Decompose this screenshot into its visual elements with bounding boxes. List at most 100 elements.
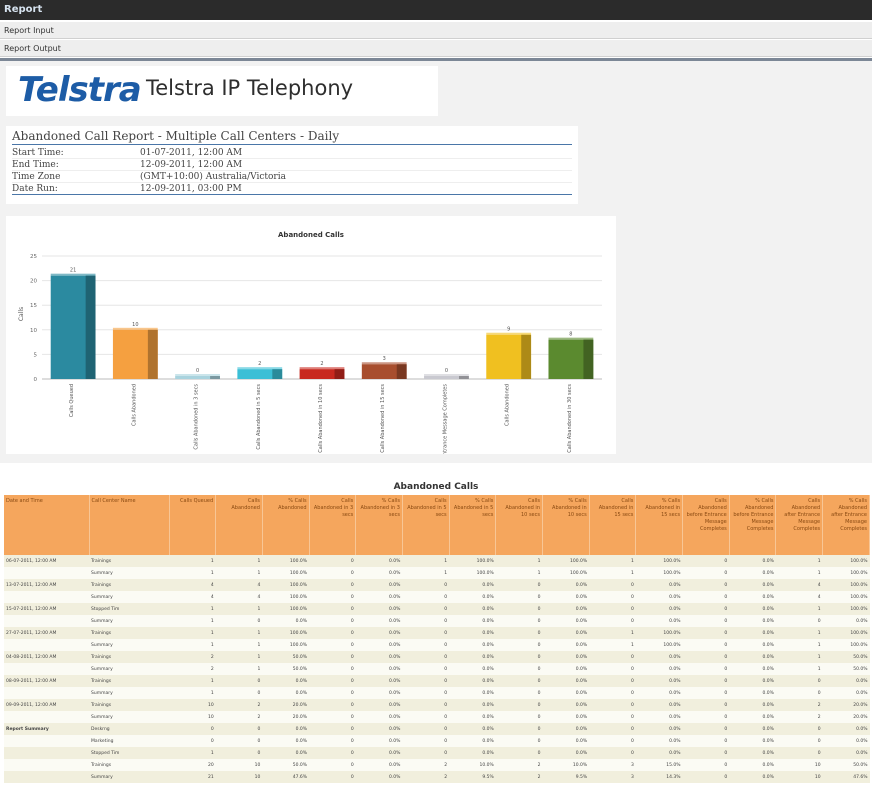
- table-cell-call-center: Summary: [89, 687, 169, 699]
- table-cell-value: 0.0%: [449, 615, 496, 627]
- table-cell-value: 1: [215, 555, 263, 567]
- table-cell-value: 47.6%: [822, 771, 870, 783]
- table-cell-value: 0: [402, 675, 450, 687]
- table-cell-value: 0: [402, 687, 450, 699]
- table-column-header[interactable]: Call Center Name: [89, 495, 170, 555]
- table-cell-value: 21: [169, 771, 216, 783]
- table-cell-value: 0: [682, 579, 730, 591]
- table-cell-value: 0.0%: [449, 747, 496, 759]
- menu-item-report-output[interactable]: Report Output: [0, 40, 872, 57]
- table-cell-value: 1: [215, 567, 263, 579]
- table-cell-value: 0: [682, 699, 730, 711]
- chart-bar-side: [85, 275, 96, 379]
- table-column-header[interactable]: Calls Abandoned before Entrance Message …: [682, 495, 730, 555]
- table-cell-value: 0: [309, 747, 356, 759]
- table-row: 09-09-2011, 12:00 AM Trainings 10 2 20.0% 0 0.…: [4, 699, 870, 711]
- table-cell-value: 0: [402, 699, 450, 711]
- info-label: Date Run:: [12, 184, 58, 194]
- table-column-header[interactable]: Calls Abandoned after Entrance Message C…: [775, 495, 824, 555]
- table-cell-value: 0: [589, 687, 636, 699]
- table-cell-value: 0: [495, 711, 543, 723]
- table-column-header[interactable]: % Calls Abandoned in 15 secs: [635, 495, 684, 555]
- table-cell-value: 0.0%: [822, 675, 870, 687]
- table-cell-value: 0: [495, 579, 543, 591]
- table-column-header[interactable]: Calls Abandoned in 5 secs: [402, 495, 450, 555]
- table-cell-value: 100.0%: [262, 603, 310, 615]
- table-cell-value: 0: [682, 747, 730, 759]
- table-column-header[interactable]: Calls Abandoned in 3 secs: [309, 495, 357, 555]
- table-column-header[interactable]: % Calls Abandoned in 5 secs: [449, 495, 497, 555]
- table-cell-value: 0.0%: [635, 675, 683, 687]
- table-cell-value: 0.0%: [355, 591, 403, 603]
- table-cell-call-center: Marketing: [89, 735, 169, 747]
- product-name: Telstra IP Telephony: [146, 76, 354, 100]
- table-cell-value: 1: [169, 639, 216, 651]
- table-cell-value: 0: [402, 579, 450, 591]
- table-cell-value: 0: [309, 735, 356, 747]
- info-value: 12-09-2011, 03:00 PM: [140, 184, 242, 194]
- table-cell-call-center: Trainings: [89, 579, 169, 591]
- table-column-header[interactable]: % Calls Abandoned in 3 secs: [355, 495, 403, 555]
- table-cell-value: 0: [402, 747, 450, 759]
- table-cell-value: 0.0%: [355, 615, 403, 627]
- table-cell-value: 0.0%: [355, 579, 403, 591]
- table-cell-call-center: Stopped Tim: [89, 603, 169, 615]
- table-cell-value: 1: [402, 555, 450, 567]
- table-column-header[interactable]: Calls Abandoned in 15 secs: [589, 495, 637, 555]
- table-column-header[interactable]: Calls Queued: [169, 495, 217, 555]
- table-row: 27-07-2011, 12:00 AM Trainings 1 1 100.0% 0 0.…: [4, 627, 870, 639]
- table-cell-value: 0: [402, 651, 450, 663]
- table-cell-value: 0.0%: [635, 615, 683, 627]
- table-cell-value: 0.0%: [449, 735, 496, 747]
- chart-x-tick-label: Calls Abandoned: [131, 384, 137, 426]
- table-column-header[interactable]: % Calls Abandoned before Entrance Messag…: [729, 495, 777, 555]
- chart-bar-top: [299, 367, 345, 370]
- table-cell-value: 0.0%: [822, 723, 870, 735]
- table-cell-value: 100.0%: [262, 567, 310, 579]
- table-cell-value: 0: [589, 603, 636, 615]
- table-cell-value: 10.0%: [542, 759, 590, 771]
- table-cell-value: 10: [169, 711, 216, 723]
- table-cell-value: 0.0%: [355, 747, 403, 759]
- table-column-header[interactable]: % Calls Abandoned in 10 secs: [542, 495, 590, 555]
- table-cell-value: 20.0%: [822, 699, 870, 711]
- table-cell-value: 0: [402, 663, 450, 675]
- table-cell-value: 0.0%: [355, 687, 403, 699]
- chart-bar-side: [210, 376, 220, 379]
- menu-item-report-input[interactable]: Report Input: [0, 22, 872, 39]
- table-cell-date: [4, 747, 89, 759]
- table-cell-value: 0.0%: [635, 663, 683, 675]
- table-cell-value: 4: [775, 579, 823, 591]
- table-cell-value: 1: [775, 627, 823, 639]
- table-cell-value: 0: [495, 639, 543, 651]
- table-cell-value: 0: [309, 615, 356, 627]
- chart-bar-top: [112, 327, 158, 330]
- info-value: 01-07-2011, 12:00 AM: [140, 148, 243, 158]
- table-cell-value: 0.0%: [635, 687, 683, 699]
- chart-y-axis-label: Calls: [18, 307, 25, 321]
- table-row: Report Summary Deskrng 0 0 0.0% 0 0.0% 0 0.0% 0 0.…: [4, 723, 870, 735]
- table-column-header[interactable]: Calls Abandoned in 10 secs: [495, 495, 543, 555]
- table-cell-value: 0: [682, 759, 730, 771]
- table-cell-value: 0: [589, 747, 636, 759]
- chart-data-label: 9: [507, 327, 510, 333]
- table-column-header[interactable]: Calls Abandoned: [215, 495, 263, 555]
- table-cell-date: Report Summary: [4, 723, 89, 735]
- table-cell-call-center: Summary: [89, 591, 169, 603]
- table-cell-value: 0: [215, 723, 263, 735]
- table-cell-date: [4, 711, 89, 723]
- table-cell-date: [4, 567, 89, 579]
- table-row: Summary 2 1 50.0% 0 0.0% 0 0.0% 0 0.0% 0 0.0% 0 0.0% 1…: [4, 663, 870, 675]
- table-cell-value: 0.0%: [542, 711, 590, 723]
- table-cell-value: 10: [169, 699, 216, 711]
- chart-bar-top: [50, 273, 96, 276]
- table-cell-date: [4, 591, 89, 603]
- table-column-header[interactable]: % Calls Abandoned after Entrance Message…: [822, 495, 870, 555]
- table-cell-value: 0: [775, 687, 823, 699]
- table-column-header[interactable]: Date and Time: [4, 495, 90, 555]
- table-cell-value: 0.0%: [729, 567, 776, 579]
- table-cell-value: 0.0%: [262, 687, 310, 699]
- table-column-header[interactable]: % Calls Abandoned: [262, 495, 310, 555]
- table-cell-value: 0: [775, 675, 823, 687]
- abandoned-calls-table: Date and Time Call Center Name Calls Queue…: [4, 495, 870, 783]
